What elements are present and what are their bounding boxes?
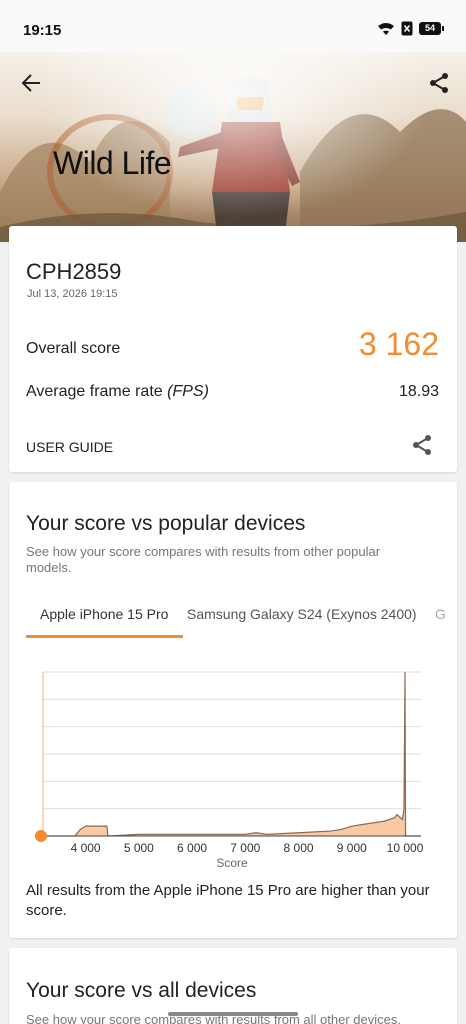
x-axis-title: Score: [216, 856, 248, 870]
wifi-icon: [378, 22, 394, 35]
share-icon[interactable]: [428, 72, 450, 94]
status-time: 19:15: [23, 22, 62, 39]
x-tick-label: 5 000: [124, 841, 154, 855]
overall-score-value: 3 162: [358, 326, 439, 362]
device-name: CPH2859: [26, 259, 122, 284]
status-bar: 19:15 54: [0, 0, 466, 52]
result-card: CPH2859 Jul 13, 2026 19:15 Overall score…: [9, 226, 457, 472]
popular-devices-card: Your score vs popular devices See how yo…: [9, 482, 457, 938]
x-tick-label: 6 000: [177, 841, 207, 855]
benchmark-title: Wild Life: [53, 145, 172, 181]
battery-level: 54: [419, 22, 441, 35]
share-result-icon[interactable]: [411, 434, 433, 456]
hero-banner: Wild Life: [0, 52, 466, 242]
score-distribution-chart: 4 000 5 000 6 000 7 000 8 000 9 000 10 000 Scor…: [34, 671, 424, 870]
all-devices-title: Your score vs all devices: [26, 979, 257, 1002]
comparison-verdict: All results from the Apple iPhone 15 Pro…: [26, 882, 430, 919]
home-indicator: [168, 1012, 298, 1016]
x-tick-label: 10 000: [387, 841, 424, 855]
fps-value: 18.93: [398, 383, 439, 400]
popular-section-title: Your score vs popular devices: [26, 512, 306, 535]
result-date: Jul 13, 2026 19:15: [27, 288, 118, 300]
your-score-marker: [34, 830, 47, 842]
fps-unit: (FPS): [167, 383, 209, 400]
active-tab-indicator: [26, 635, 183, 638]
sim-icon: [401, 21, 413, 36]
x-tick-label: 7 000: [230, 841, 260, 855]
x-tick-label: 9 000: [337, 841, 367, 855]
status-icons: 54: [377, 21, 444, 36]
tab-iphone-15-pro[interactable]: Apple iPhone 15 Pro: [40, 606, 168, 622]
battery-icon: 54: [419, 22, 444, 35]
x-tick-label: 4 000: [71, 841, 101, 855]
tab-next-device[interactable]: G: [435, 606, 446, 622]
back-arrow-icon[interactable]: [20, 72, 42, 94]
fps-label-text: Average frame rate: [26, 383, 163, 400]
fps-label: Average frame rate (FPS): [26, 383, 209, 401]
tab-galaxy-s24[interactable]: Samsung Galaxy S24 (Exynos 2400): [187, 606, 417, 622]
popular-section-subtitle: See how your score compares with results…: [26, 544, 381, 575]
overall-score-label: Overall score: [26, 340, 121, 357]
device-tabs: Apple iPhone 15 Pro Samsung Galaxy S24 (…: [26, 594, 457, 638]
x-tick-label: 8 000: [284, 841, 314, 855]
user-guide-link[interactable]: USER GUIDE: [26, 439, 113, 455]
